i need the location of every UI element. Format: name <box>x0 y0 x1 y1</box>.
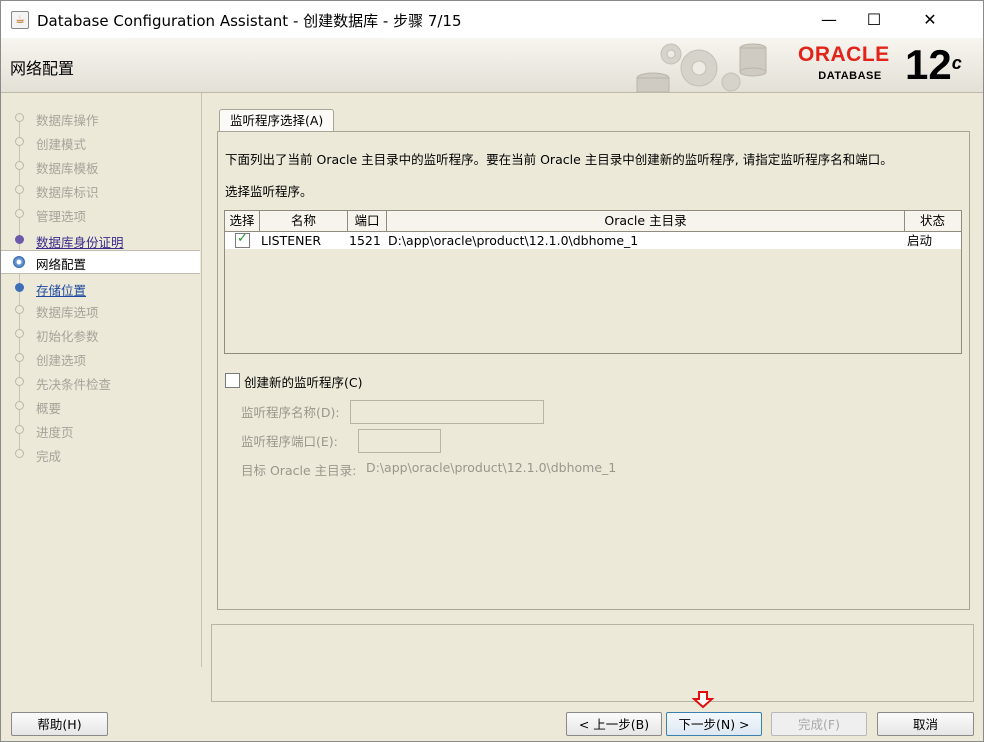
sidebar-item-network-configuration[interactable]: 网络配置 <box>1 250 200 274</box>
create-new-listener-label[interactable]: 创建新的监听程序(C) <box>244 372 362 391</box>
column-header-select[interactable]: 选择 <box>225 211 260 231</box>
oracle-logo: ORACLE DATABASE <box>798 43 890 83</box>
step-dot-icon <box>15 185 24 194</box>
sidebar-item-initialization-parameters: 初始化参数 <box>1 323 200 345</box>
back-button[interactable]: < 上一步(B) <box>566 712 662 736</box>
target-oracle-home-label: 目标 Oracle 主目录: <box>241 463 357 478</box>
column-header-status[interactable]: 状态 <box>905 211 960 231</box>
sidebar-item-label: 创建模式 <box>36 137 87 152</box>
next-button[interactable]: 下一步(N) > <box>666 712 762 736</box>
sidebar-item-label: 管理选项 <box>36 209 87 224</box>
create-new-listener-checkbox[interactable] <box>225 373 240 388</box>
listener-status-cell: 启动 <box>907 233 933 248</box>
close-button[interactable]: ✕ <box>907 1 953 38</box>
dbca-window: ☕ Database Configuration Assistant - 创建数… <box>0 0 984 742</box>
sidebar-item-finish: 完成 <box>1 443 200 465</box>
sidebar-item-label[interactable]: 数据库身份证明 <box>36 232 124 251</box>
listener-home-cell: D:\app\oracle\product\12.1.0\dbhome_1 <box>388 233 639 248</box>
listener-selection-panel <box>217 131 970 610</box>
listener-name-field[interactable] <box>350 400 544 424</box>
column-header-port[interactable]: 端口 <box>348 211 387 231</box>
listener-port-label: 监听程序端口(E): <box>241 434 338 449</box>
minimize-button[interactable]: — <box>806 1 852 38</box>
java-cup-icon: ☕ <box>11 11 29 29</box>
step-dot-icon <box>15 209 24 218</box>
step-header: 网络配置 ORACLE DATABASE 12c <box>1 38 983 93</box>
sidebar-item-label: 进度页 <box>36 425 74 440</box>
listener-select-checkbox[interactable] <box>235 231 250 248</box>
select-listener-label: 选择监听程序。 <box>225 184 313 199</box>
sidebar-item-creation-mode: 创建模式 <box>1 131 200 153</box>
tab-listener-selection[interactable]: 监听程序选择(A) <box>219 109 335 132</box>
listener-port-cell: 1521 <box>349 233 381 248</box>
step-dot-icon <box>15 283 24 292</box>
version-logo: 12c <box>905 41 962 88</box>
sidebar-item-label: 网络配置 <box>36 257 87 272</box>
sidebar-item-database-operation: 数据库操作 <box>1 107 200 129</box>
step-dot-icon <box>15 377 24 386</box>
listener-description: 下面列出了当前 Oracle 主目录中的监听程序。要在当前 Oracle 主目录… <box>225 152 893 167</box>
step-dot-icon <box>15 425 24 434</box>
message-area <box>211 624 974 702</box>
listener-name-label: 监听程序名称(D): <box>241 405 340 420</box>
sidebar-item-label: 概要 <box>36 401 62 416</box>
column-header-oracle-home[interactable]: Oracle 主目录 <box>387 211 905 231</box>
step-dot-icon <box>15 161 24 170</box>
sidebar-item-label: 先决条件检查 <box>36 377 112 392</box>
sidebar-item-database-identification: 数据库标识 <box>1 179 200 201</box>
title-bar: ☕ Database Configuration Assistant - 创建数… <box>1 1 983 38</box>
sidebar-item-label: 数据库模板 <box>36 161 99 176</box>
table-row[interactable]: LISTENER 1521 D:\app\oracle\product\12.1… <box>225 231 961 249</box>
page-title: 网络配置 <box>10 59 75 78</box>
sidebar-item-label: 数据库选项 <box>36 305 99 320</box>
column-header-name[interactable]: 名称 <box>260 211 348 231</box>
table-header: 选择 名称 端口 Oracle 主目录 状态 <box>225 211 961 232</box>
step-dot-icon <box>15 235 24 244</box>
step-dot-icon <box>15 449 24 458</box>
sidebar-item-summary: 概要 <box>1 395 200 417</box>
maximize-button[interactable]: ☐ <box>851 1 897 38</box>
sidebar-item-database-credentials[interactable]: 数据库身份证明 <box>1 229 200 251</box>
finish-button[interactable]: 完成(F) <box>771 712 867 736</box>
window-title: Database Configuration Assistant - 创建数据库… <box>37 12 462 30</box>
sidebar-item-prerequisite-checks: 先决条件检查 <box>1 371 200 393</box>
sidebar-item-label: 完成 <box>36 449 62 464</box>
cancel-button[interactable]: 取消 <box>877 712 974 736</box>
listener-table: 选择 名称 端口 Oracle 主目录 状态 LISTENER 1521 D:\… <box>224 210 962 354</box>
sidebar-item-database-template: 数据库模板 <box>1 155 200 177</box>
step-dot-icon <box>15 113 24 122</box>
gears-decoration-icon <box>636 43 767 92</box>
down-arrow-icon <box>692 691 714 709</box>
sidebar-item-label: 初始化参数 <box>36 329 99 344</box>
sidebar-item-label[interactable]: 存储位置 <box>36 280 86 299</box>
step-dot-icon <box>15 353 24 362</box>
target-oracle-home-value: D:\app\oracle\product\12.1.0\dbhome_1 <box>366 460 617 475</box>
sidebar-item-storage-location[interactable]: 存储位置 <box>1 277 200 299</box>
sidebar-item-label: 创建选项 <box>36 353 87 368</box>
step-dot-icon <box>15 329 24 338</box>
step-dot-icon <box>15 137 24 146</box>
sidebar-item-creation-options: 创建选项 <box>1 347 200 369</box>
listener-port-field[interactable] <box>358 429 441 453</box>
sidebar-item-label: 数据库操作 <box>36 113 99 128</box>
sidebar-item-label: 数据库标识 <box>36 185 99 200</box>
current-step-icon <box>13 256 25 268</box>
sidebar-item-management-options: 管理选项 <box>1 203 200 225</box>
help-button[interactable]: 帮助(H) <box>11 712 108 736</box>
sidebar-item-progress-page: 进度页 <box>1 419 200 441</box>
listener-name-cell: LISTENER <box>261 233 322 248</box>
sidebar-item-database-options: 数据库选项 <box>1 299 200 321</box>
step-dot-icon <box>15 305 24 314</box>
step-dot-icon <box>15 401 24 410</box>
